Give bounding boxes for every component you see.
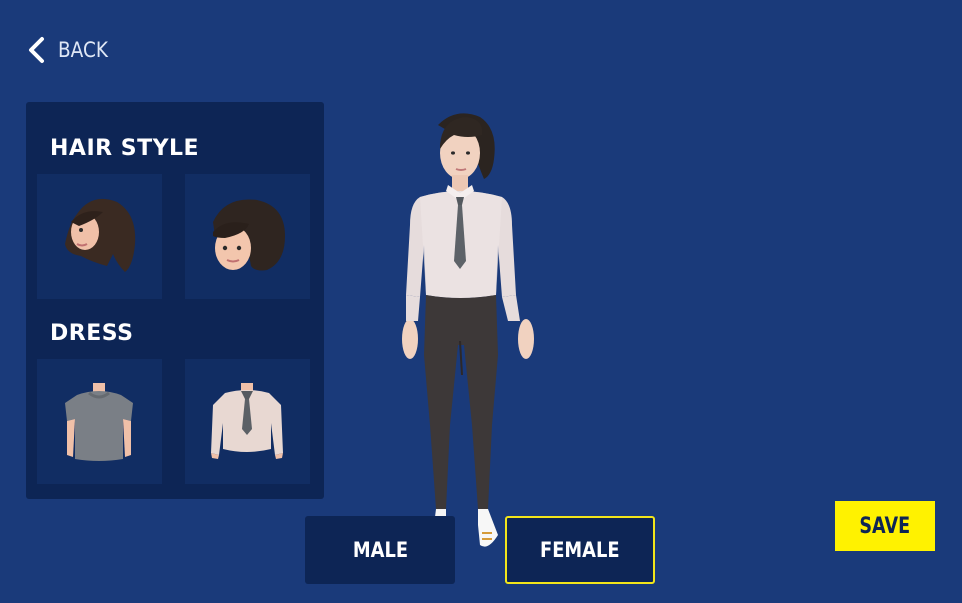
tshirt-icon [65,383,133,461]
back-button[interactable]: BACK [26,36,115,64]
dress-title: DRESS [50,321,134,346]
avatar-customizer-screen: BACK HAIR STYLE DRESS MALE FEMALE SAVE [0,0,962,603]
female-avatar-figure [402,113,534,547]
dress-option-shirt-tie[interactable] [185,359,310,484]
save-label: SAVE [859,513,911,539]
male-button[interactable]: MALE [305,516,455,584]
bob-hair-icon [213,199,285,271]
hair-option-long[interactable] [37,174,162,299]
male-label: MALE [352,538,408,562]
hair-option-bob[interactable] [185,174,310,299]
save-button[interactable]: SAVE [835,501,935,551]
long-hair-icon [65,198,136,272]
dress-option-tshirt[interactable] [37,359,162,484]
female-button[interactable]: FEMALE [505,516,655,584]
back-label: BACK [58,38,109,62]
hair-style-title: HAIR STYLE [50,136,200,161]
chevron-left-icon [29,37,44,63]
customization-panel: HAIR STYLE DRESS [26,102,324,499]
female-label: FEMALE [540,538,620,562]
shirt-with-tie-icon [211,383,283,459]
character-preview [380,105,560,564]
